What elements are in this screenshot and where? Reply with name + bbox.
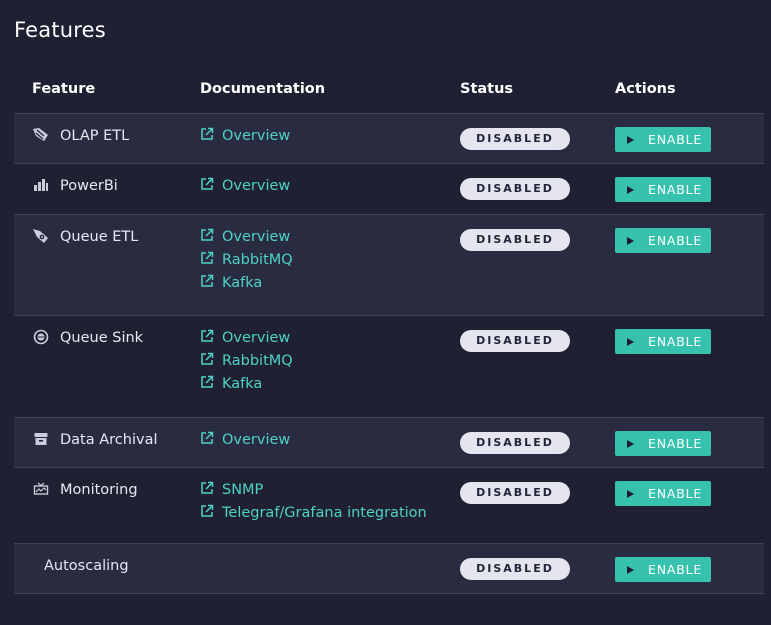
external-link-icon — [201, 504, 214, 517]
archive-icon — [32, 431, 50, 447]
external-link-icon — [201, 431, 214, 444]
doc-link-label: Kafka — [222, 376, 263, 392]
doc-link-label: RabbitMQ — [222, 353, 293, 369]
powerbi-icon — [32, 177, 50, 193]
play-icon — [627, 489, 634, 498]
feature-name: Queue ETL — [60, 229, 139, 245]
doc-link-overview[interactable]: Overview — [200, 173, 460, 199]
enable-button-label: ENABLE — [648, 436, 703, 451]
status-badge: DISABLED — [460, 558, 570, 580]
doc-link-overview[interactable]: Overview — [200, 427, 460, 453]
enable-button[interactable]: ENABLE — [615, 228, 711, 253]
play-icon — [627, 135, 634, 144]
monitoring-icon — [32, 481, 50, 497]
feature-name: Monitoring — [60, 482, 138, 498]
external-link-icon — [201, 352, 214, 365]
queue-sink-icon — [32, 329, 50, 345]
external-link-icon — [201, 481, 214, 494]
external-link-icon — [201, 329, 214, 342]
doc-link-label: Overview — [222, 330, 291, 346]
header-status: Status — [460, 80, 514, 97]
external-link-icon — [201, 228, 214, 241]
table-row: Monitoring SNMP Telegraf/Grafana integra… — [14, 468, 764, 544]
play-icon — [627, 185, 634, 194]
header-feature: Feature — [32, 80, 96, 97]
doc-link-telegraf-grafana[interactable]: Telegraf/Grafana integration — [200, 500, 460, 526]
status-badge: DISABLED — [460, 330, 570, 352]
doc-link-label: Kafka — [222, 275, 263, 291]
features-page: Features Feature Documentation Status Ac… — [0, 0, 771, 625]
feature-name: Data Archival — [60, 432, 158, 448]
play-icon — [627, 565, 634, 574]
doc-link-kafka[interactable]: Kafka — [200, 371, 460, 397]
table-row: Autoscaling DISABLED ENABLE — [14, 544, 764, 594]
doc-link-overview[interactable]: Overview — [200, 123, 460, 149]
status-badge: DISABLED — [460, 178, 570, 200]
features-table: Feature Documentation Status Actions OLA… — [14, 64, 764, 594]
header-actions: Actions — [615, 80, 676, 97]
table-row: Queue Sink Overview RabbitMQ Kafka DISAB… — [14, 316, 764, 418]
table-row: Queue ETL Overview RabbitMQ Kafka DISABL… — [14, 215, 764, 316]
feature-name: OLAP ETL — [60, 128, 130, 144]
external-link-icon — [201, 251, 214, 264]
table-row: PowerBi Overview DISABLED ENABLE — [14, 164, 764, 215]
feature-name: Queue Sink — [60, 330, 144, 346]
enable-button[interactable]: ENABLE — [615, 431, 711, 456]
doc-link-kafka[interactable]: Kafka — [200, 270, 460, 296]
table-row: OLAP ETL Overview DISABLED ENABLE — [14, 114, 764, 164]
enable-button-label: ENABLE — [648, 562, 703, 577]
play-icon — [627, 337, 634, 346]
table-row: Data Archival Overview DISABLED ENABLE — [14, 418, 764, 468]
doc-link-label: Overview — [222, 128, 291, 144]
status-badge: DISABLED — [460, 482, 570, 504]
enable-button[interactable]: ENABLE — [615, 127, 711, 152]
doc-link-label: RabbitMQ — [222, 252, 293, 268]
doc-link-label: Overview — [222, 178, 291, 194]
enable-button-label: ENABLE — [648, 132, 703, 147]
olap-etl-icon — [32, 127, 50, 143]
queue-etl-icon — [32, 228, 50, 244]
status-badge: DISABLED — [460, 128, 570, 150]
status-badge: DISABLED — [460, 229, 570, 251]
play-icon — [627, 236, 634, 245]
doc-link-label: Overview — [222, 229, 291, 245]
page-title: Features — [14, 18, 106, 42]
play-icon — [627, 439, 634, 448]
doc-link-label: Overview — [222, 432, 291, 448]
status-badge: DISABLED — [460, 432, 570, 454]
enable-button[interactable]: ENABLE — [615, 481, 711, 506]
external-link-icon — [201, 375, 214, 388]
feature-name: PowerBi — [60, 178, 118, 194]
enable-button-label: ENABLE — [648, 233, 703, 248]
header-documentation: Documentation — [200, 80, 326, 97]
external-link-icon — [201, 274, 214, 287]
doc-link-label: SNMP — [222, 482, 264, 498]
enable-button-label: ENABLE — [648, 334, 703, 349]
enable-button[interactable]: ENABLE — [615, 177, 711, 202]
enable-button-label: ENABLE — [648, 486, 703, 501]
external-link-icon — [201, 177, 214, 190]
doc-link-label: Telegraf/Grafana integration — [222, 505, 427, 521]
feature-name: Autoscaling — [44, 558, 129, 574]
external-link-icon — [201, 127, 214, 140]
enable-button-label: ENABLE — [648, 182, 703, 197]
table-header: Feature Documentation Status Actions — [14, 64, 764, 114]
enable-button[interactable]: ENABLE — [615, 557, 711, 582]
enable-button[interactable]: ENABLE — [615, 329, 711, 354]
